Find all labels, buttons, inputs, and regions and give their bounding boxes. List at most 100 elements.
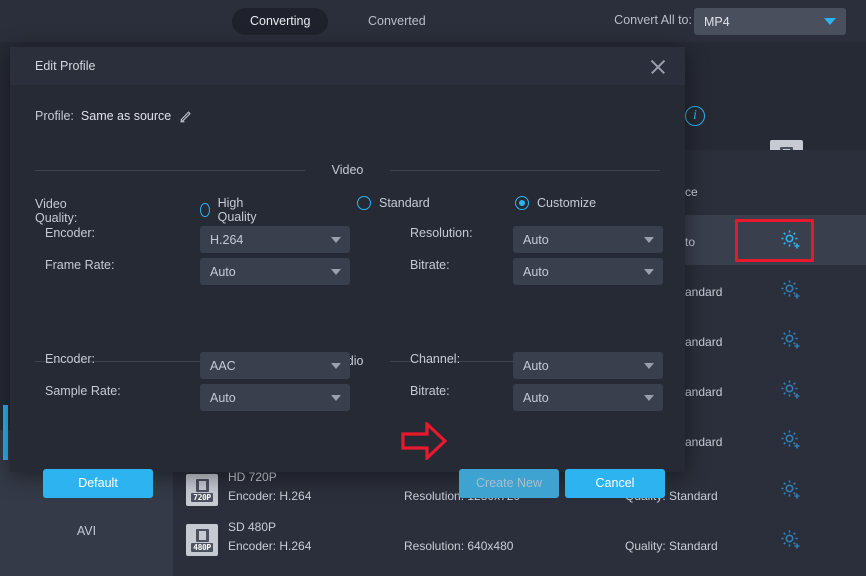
gear-plus-icon[interactable] [778,277,804,303]
audio-channel-label: Channel: [410,352,460,366]
video-resolution-label-wrap: Resolution: [410,226,473,240]
video-framerate-select[interactable]: Auto [200,258,350,285]
dialog-title: Edit Profile [35,59,95,73]
radio-customize[interactable]: Customize [515,196,596,210]
chevron-down-icon [824,18,836,25]
pencil-edit-icon[interactable] [178,109,192,123]
audio-samplerate-label-wrap: Sample Rate: [45,384,121,398]
row-quality: Quality: Standard [625,539,718,553]
convert-all-label: Convert All to: [614,13,692,27]
video-encoder-label: Encoder: [45,226,95,240]
video-bitrate-select[interactable]: Auto [513,258,663,285]
chevron-down-icon [331,269,341,275]
video-resolution-value: Auto [523,233,644,247]
video-encoder-label-wrap: Encoder: [45,226,95,240]
annotation-red-arrow [401,422,447,460]
chevron-down-icon [644,237,654,243]
video-encoder-value: H.264 [210,233,331,247]
chevron-down-icon [331,363,341,369]
row-resolution: Resolution: 640x480 [404,539,513,553]
default-button[interactable]: Default [43,469,153,498]
audio-channel-select[interactable]: Auto [513,352,663,379]
table-row-sd480p[interactable]: 480P SD 480P Encoder: H.264 Resolution: … [173,515,866,565]
video-resolution-label: Resolution: [410,226,473,240]
audio-channel-label-wrap: Channel: [410,352,460,366]
format-icon-720p: 720P [186,474,218,506]
create-new-button[interactable]: Create New [459,469,559,498]
video-section-title: Video [35,162,660,178]
chevron-down-icon [331,395,341,401]
tab-converting[interactable]: Converting [232,8,328,35]
video-encoder-select[interactable]: H.264 [200,226,350,253]
audio-bitrate-label: Bitrate: [410,384,450,398]
chevron-down-icon [644,395,654,401]
row-partial-text: andard [685,435,722,449]
gear-plus-icon[interactable] [778,477,804,503]
resolution-tag: 720P [191,493,213,502]
video-quality-label: Video Quality: [35,197,77,225]
tab-converted[interactable]: Converted [350,8,444,35]
row-partial-text: ce [685,185,698,199]
audio-channel-value: Auto [523,359,644,373]
audio-bitrate-value: Auto [523,391,644,405]
profile-label: Profile: [35,109,74,123]
radio-high-quality[interactable]: High Quality [200,196,261,224]
gear-plus-icon[interactable] [778,327,804,353]
audio-encoder-label: Encoder: [45,352,95,366]
audio-encoder-label-wrap: Encoder: [45,352,95,366]
radio-label: Standard [379,196,430,210]
video-framerate-label: Frame Rate: [45,258,114,272]
chevron-down-icon [644,363,654,369]
audio-samplerate-label: Sample Rate: [45,384,121,398]
convert-all-format-value: MP4 [704,15,824,29]
row-partial-text: andard [685,285,722,299]
edit-profile-dialog: Edit Profile Profile: Same as source [10,47,685,472]
row-encoder: Encoder: H.264 [228,539,311,553]
dialog-body: Profile: Same as source Video Vi [10,85,685,472]
radio-standard[interactable]: Standard [357,196,430,210]
gear-plus-icon[interactable] [778,377,804,403]
profile-row: Profile: Same as source [35,109,192,123]
format-icon-480p: 480P [186,524,218,556]
row-partial-text: andard [685,385,722,399]
audio-samplerate-value: Auto [210,391,331,405]
application-window: Converting Converted Convert All to: MP4… [0,0,866,576]
gear-plus-icon[interactable] [778,527,804,553]
audio-bitrate-label-wrap: Bitrate: [410,384,450,398]
radio-circle-icon [200,203,210,217]
chevron-down-icon [644,269,654,275]
top-toolbar: Converting Converted Convert All to: MP4 [0,0,866,42]
video-framerate-label-wrap: Frame Rate: [45,258,114,272]
close-icon[interactable] [647,56,669,78]
resolution-tag: 480P [191,543,213,552]
video-bitrate-label: Bitrate: [410,258,450,272]
row-partial-text: andard [685,335,722,349]
row-partial-text: to [685,235,695,249]
film-strip-icon [196,529,209,542]
row-title: HD 720P [228,470,277,484]
audio-samplerate-select[interactable]: Auto [200,384,350,411]
selection-accent-bar [3,405,8,460]
radio-circle-icon [357,196,371,210]
film-strip-icon [196,479,209,492]
profile-value: Same as source [81,109,171,123]
audio-encoder-select[interactable]: AAC [200,352,350,379]
annotation-red-box [735,219,814,262]
cancel-button[interactable]: Cancel [565,469,665,498]
row-title: SD 480P [228,520,276,534]
video-resolution-select[interactable]: Auto [513,226,663,253]
audio-bitrate-select[interactable]: Auto [513,384,663,411]
video-framerate-value: Auto [210,265,331,279]
gear-plus-icon[interactable] [778,427,804,453]
dialog-header: Edit Profile [10,47,685,85]
radio-label: High Quality [218,196,261,224]
sidebar-item-avi[interactable]: AVI [0,524,173,538]
video-section-divider: Video [35,162,660,178]
audio-encoder-value: AAC [210,359,331,373]
info-icon[interactable]: i [685,106,705,126]
radio-circle-icon [515,196,529,210]
convert-all-format-select[interactable]: MP4 [694,8,846,35]
video-bitrate-label-wrap: Bitrate: [410,258,450,272]
video-bitrate-value: Auto [523,265,644,279]
radio-label: Customize [537,196,596,210]
